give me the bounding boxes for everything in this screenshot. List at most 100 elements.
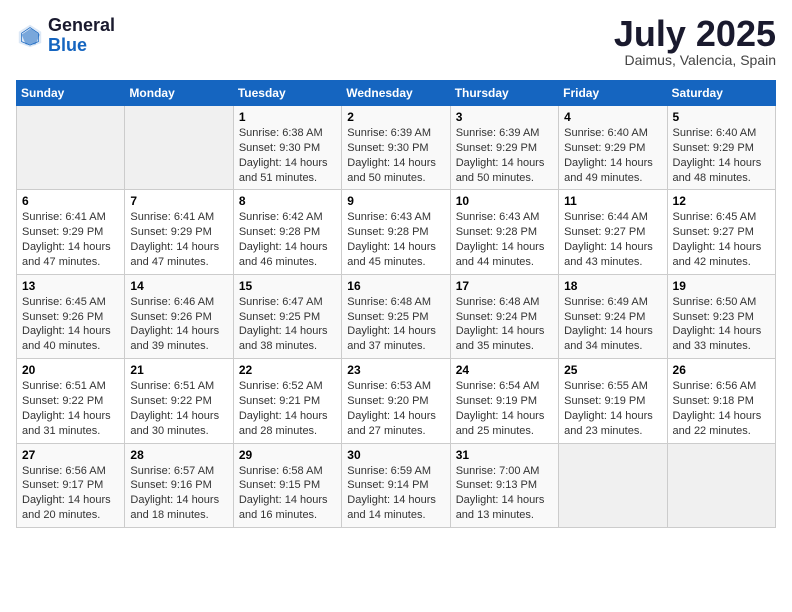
calendar-cell: 28 Sunrise: 6:57 AMSunset: 9:16 PMDayligh… bbox=[125, 443, 233, 527]
calendar-cell bbox=[17, 106, 125, 190]
day-info: Sunrise: 6:41 AMSunset: 9:29 PMDaylight:… bbox=[130, 211, 219, 268]
logo-icon bbox=[16, 22, 44, 50]
calendar-cell: 10Sunrise: 6:43 AMSunset: 9:28 PMDayligh… bbox=[450, 190, 558, 274]
day-info: Sunrise: 6:39 AMSunset: 9:30 PMDaylight:… bbox=[347, 127, 436, 184]
day-info: Sunrise: 6:45 AMSunset: 9:26 PMDaylight:… bbox=[22, 296, 111, 353]
calendar-cell: 7 Sunrise: 6:41 AMSunset: 9:29 PMDaylight… bbox=[125, 190, 233, 274]
day-number: 19 bbox=[673, 279, 770, 293]
day-number: 1 bbox=[239, 110, 336, 124]
calendar-cell: 11Sunrise: 6:44 AMSunset: 9:27 PMDayligh… bbox=[559, 190, 667, 274]
day-number: 23 bbox=[347, 363, 444, 377]
calendar-cell: 24 Sunrise: 6:54 AMSunset: 9:19 PMDayligh… bbox=[450, 359, 558, 443]
weekday-header: Sunday bbox=[17, 81, 125, 106]
calendar-cell: 1 Sunrise: 6:38 AMSunset: 9:30 PMDaylight… bbox=[233, 106, 341, 190]
day-info: Sunrise: 6:51 AMSunset: 9:22 PMDaylight:… bbox=[130, 380, 219, 437]
day-number: 14 bbox=[130, 279, 227, 293]
calendar-cell: 12Sunrise: 6:45 AMSunset: 9:27 PMDayligh… bbox=[667, 190, 775, 274]
day-number: 16 bbox=[347, 279, 444, 293]
day-number: 5 bbox=[673, 110, 770, 124]
weekday-header: Thursday bbox=[450, 81, 558, 106]
day-number: 9 bbox=[347, 194, 444, 208]
calendar-cell: 20 Sunrise: 6:51 AMSunset: 9:22 PMDayligh… bbox=[17, 359, 125, 443]
day-number: 31 bbox=[456, 448, 553, 462]
calendar-cell: 25 Sunrise: 6:55 AMSunset: 9:19 PMDayligh… bbox=[559, 359, 667, 443]
day-info: Sunrise: 6:55 AMSunset: 9:19 PMDaylight:… bbox=[564, 380, 653, 437]
calendar-cell: 23 Sunrise: 6:53 AMSunset: 9:20 PMDayligh… bbox=[342, 359, 450, 443]
day-number: 30 bbox=[347, 448, 444, 462]
day-number: 13 bbox=[22, 279, 119, 293]
day-number: 8 bbox=[239, 194, 336, 208]
calendar-cell: 17 Sunrise: 6:48 AMSunset: 9:24 PMDayligh… bbox=[450, 274, 558, 358]
calendar-cell bbox=[667, 443, 775, 527]
day-info: Sunrise: 6:47 AMSunset: 9:25 PMDaylight:… bbox=[239, 296, 328, 353]
day-number: 15 bbox=[239, 279, 336, 293]
calendar-cell: 9 Sunrise: 6:43 AMSunset: 9:28 PMDaylight… bbox=[342, 190, 450, 274]
day-number: 26 bbox=[673, 363, 770, 377]
calendar-cell: 14Sunrise: 6:46 AMSunset: 9:26 PMDayligh… bbox=[125, 274, 233, 358]
calendar-cell: 26 Sunrise: 6:56 AMSunset: 9:18 PMDayligh… bbox=[667, 359, 775, 443]
calendar-cell: 31Sunrise: 7:00 AMSunset: 9:13 PMDayligh… bbox=[450, 443, 558, 527]
day-info: Sunrise: 6:54 AMSunset: 9:19 PMDaylight:… bbox=[456, 380, 545, 437]
day-info: Sunrise: 6:56 AMSunset: 9:17 PMDaylight:… bbox=[22, 465, 111, 522]
day-number: 20 bbox=[22, 363, 119, 377]
day-number: 6 bbox=[22, 194, 119, 208]
day-number: 7 bbox=[130, 194, 227, 208]
day-info: Sunrise: 6:48 AMSunset: 9:24 PMDaylight:… bbox=[456, 296, 545, 353]
calendar-week-row: 13 Sunrise: 6:45 AMSunset: 9:26 PMDayligh… bbox=[17, 274, 776, 358]
weekday-header: Wednesday bbox=[342, 81, 450, 106]
weekday-header: Tuesday bbox=[233, 81, 341, 106]
calendar-cell: 18 Sunrise: 6:49 AMSunset: 9:24 PMDayligh… bbox=[559, 274, 667, 358]
location: Daimus, Valencia, Spain bbox=[614, 52, 776, 68]
calendar-week-row: 27 Sunrise: 6:56 AMSunset: 9:17 PMDayligh… bbox=[17, 443, 776, 527]
calendar-cell: 5Sunrise: 6:40 AMSunset: 9:29 PMDaylight… bbox=[667, 106, 775, 190]
day-info: Sunrise: 6:57 AMSunset: 9:16 PMDaylight:… bbox=[130, 465, 219, 522]
logo: General Blue bbox=[16, 16, 115, 56]
day-info: Sunrise: 6:50 AMSunset: 9:23 PMDaylight:… bbox=[673, 296, 762, 353]
day-info: Sunrise: 6:41 AMSunset: 9:29 PMDaylight:… bbox=[22, 211, 111, 268]
day-info: Sunrise: 6:51 AMSunset: 9:22 PMDaylight:… bbox=[22, 380, 111, 437]
weekday-header: Friday bbox=[559, 81, 667, 106]
day-number: 27 bbox=[22, 448, 119, 462]
weekday-header-row: SundayMondayTuesdayWednesdayThursdayFrid… bbox=[17, 81, 776, 106]
day-number: 11 bbox=[564, 194, 661, 208]
calendar-cell bbox=[125, 106, 233, 190]
calendar-cell: 13 Sunrise: 6:45 AMSunset: 9:26 PMDayligh… bbox=[17, 274, 125, 358]
calendar-cell: 22Sunrise: 6:52 AMSunset: 9:21 PMDayligh… bbox=[233, 359, 341, 443]
weekday-header: Monday bbox=[125, 81, 233, 106]
month-title: July 2025 bbox=[614, 16, 776, 52]
day-number: 25 bbox=[564, 363, 661, 377]
day-info: Sunrise: 6:49 AMSunset: 9:24 PMDaylight:… bbox=[564, 296, 653, 353]
logo-blue: Blue bbox=[48, 36, 115, 56]
day-info: Sunrise: 6:58 AMSunset: 9:15 PMDaylight:… bbox=[239, 465, 328, 522]
calendar-cell: 2Sunrise: 6:39 AMSunset: 9:30 PMDaylight… bbox=[342, 106, 450, 190]
calendar-cell: 8 Sunrise: 6:42 AMSunset: 9:28 PMDaylight… bbox=[233, 190, 341, 274]
calendar-table: SundayMondayTuesdayWednesdayThursdayFrid… bbox=[16, 80, 776, 528]
day-info: Sunrise: 6:43 AMSunset: 9:28 PMDaylight:… bbox=[347, 211, 436, 268]
calendar-cell: 6 Sunrise: 6:41 AMSunset: 9:29 PMDaylight… bbox=[17, 190, 125, 274]
day-info: Sunrise: 6:53 AMSunset: 9:20 PMDaylight:… bbox=[347, 380, 436, 437]
day-number: 24 bbox=[456, 363, 553, 377]
calendar-cell: 30 Sunrise: 6:59 AMSunset: 9:14 PMDayligh… bbox=[342, 443, 450, 527]
day-number: 22 bbox=[239, 363, 336, 377]
calendar-cell: 19 Sunrise: 6:50 AMSunset: 9:23 PMDayligh… bbox=[667, 274, 775, 358]
day-info: Sunrise: 6:45 AMSunset: 9:27 PMDaylight:… bbox=[673, 211, 762, 268]
day-info: Sunrise: 6:40 AMSunset: 9:29 PMDaylight:… bbox=[564, 127, 653, 184]
title-block: July 2025 Daimus, Valencia, Spain bbox=[614, 16, 776, 68]
calendar-cell bbox=[559, 443, 667, 527]
day-info: Sunrise: 6:56 AMSunset: 9:18 PMDaylight:… bbox=[673, 380, 762, 437]
page-header: General Blue July 2025 Daimus, Valencia,… bbox=[16, 16, 776, 68]
weekday-header: Saturday bbox=[667, 81, 775, 106]
day-info: Sunrise: 6:59 AMSunset: 9:14 PMDaylight:… bbox=[347, 465, 436, 522]
day-number: 21 bbox=[130, 363, 227, 377]
day-number: 10 bbox=[456, 194, 553, 208]
calendar-week-row: 20 Sunrise: 6:51 AMSunset: 9:22 PMDayligh… bbox=[17, 359, 776, 443]
day-number: 18 bbox=[564, 279, 661, 293]
logo-text: General Blue bbox=[48, 16, 115, 56]
day-number: 17 bbox=[456, 279, 553, 293]
day-info: Sunrise: 6:42 AMSunset: 9:28 PMDaylight:… bbox=[239, 211, 328, 268]
day-number: 28 bbox=[130, 448, 227, 462]
day-info: Sunrise: 6:38 AMSunset: 9:30 PMDaylight:… bbox=[239, 127, 328, 184]
calendar-cell: 29 Sunrise: 6:58 AMSunset: 9:15 PMDayligh… bbox=[233, 443, 341, 527]
day-number: 29 bbox=[239, 448, 336, 462]
calendar-cell: 3Sunrise: 6:39 AMSunset: 9:29 PMDaylight… bbox=[450, 106, 558, 190]
